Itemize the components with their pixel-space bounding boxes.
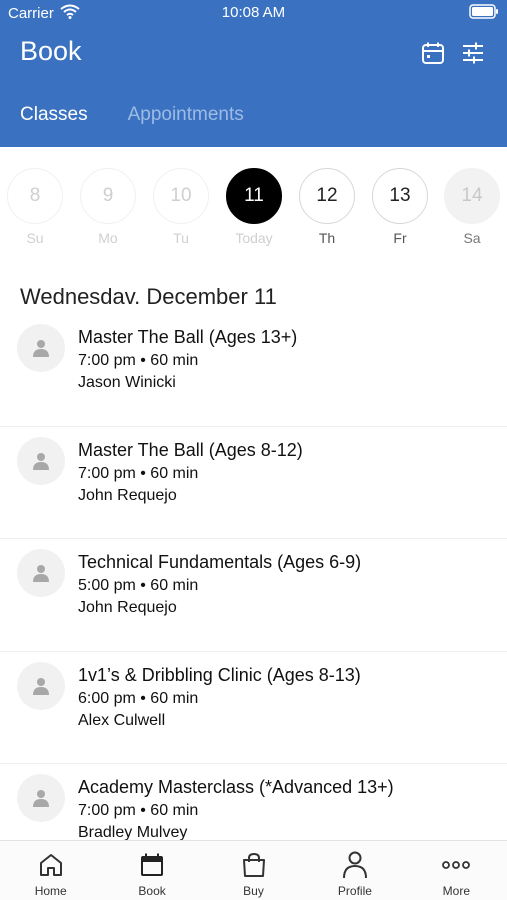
class-time: 6:00 pm • 60 min [78,689,199,707]
class-row[interactable]: Master The Ball (Ages 8-12) 7:00 pm • 60… [0,427,507,539]
class-time: 7:00 pm • 60 min [78,802,199,819]
day-8[interactable]: 8 Su [5,168,65,246]
avatar [17,436,65,485]
avatar [17,549,65,597]
book-tabs: Classes Appointments [20,104,244,126]
class-instructor: Bradley Mulvey [78,824,188,840]
avatar [17,661,65,710]
day-number: 10 [153,168,209,224]
nav-book[interactable]: Book [101,841,202,900]
day-weekday: Mo [98,230,118,246]
class-list: Master The Ball (Ages 13+) 7:00 pm • 60 … [0,314,507,840]
calendar-icon[interactable] [419,40,447,66]
status-time: 10:08 AM [221,4,286,21]
avatar [17,774,65,822]
day-weekday: Today [235,230,273,246]
class-row[interactable]: Master The Ball (Ages 13+) 7:00 pm • 60 … [0,314,507,427]
nav-label: Home [34,884,67,898]
class-row[interactable]: Academy Masterclass (*Advanced 13+) 7:00… [0,764,507,840]
class-name: Technical Fundamentals (Ages 6-9) [78,552,362,572]
day-number: 12 [299,168,355,224]
nav-profile[interactable]: Profile [304,841,405,900]
day-weekday: Su [26,230,44,246]
home-icon [38,850,64,880]
nav-label: Book [138,884,166,898]
nav-buy[interactable]: Buy [203,841,304,900]
profile-icon [342,850,368,880]
class-time: 7:00 pm • 60 min [78,464,199,482]
day-weekday: Fr [393,230,407,246]
day-9[interactable]: 9 Mo [78,168,138,246]
shopping-bag-icon [241,850,267,880]
class-time: 7:00 pm • 60 min [78,352,199,369]
avatar [17,324,65,372]
battery-icon [469,4,499,23]
day-10[interactable]: 10 Tu [151,168,211,246]
person-icon [33,340,49,357]
class-name: Master The Ball (Ages 13+) [78,327,298,347]
day-number: 11 [226,168,282,224]
day-number: 14 [444,168,500,224]
day-number: 13 [372,168,428,224]
person-icon [33,452,49,470]
app-header: Carrier 10:08 AM Book Classes Appointmen… [0,0,507,147]
person-icon [33,565,49,582]
person-icon [33,677,49,695]
class-row[interactable]: 1v1’s & Dribbling Clinic (Ages 8-13) 6:0… [0,652,507,764]
day-13[interactable]: 13 Fr [370,168,430,246]
class-instructor: John Requejo [78,599,177,616]
class-row[interactable]: Technical Fundamentals (Ages 6-9) 5:00 p… [0,539,507,652]
nav-home[interactable]: Home [0,841,101,900]
day-12[interactable]: 12 Th [297,168,357,246]
nav-label: Profile [337,884,372,898]
day-weekday: Tu [173,230,189,246]
nav-label: Buy [243,884,264,898]
day-11-today[interactable]: 11 Today [224,168,284,246]
person-icon [33,790,49,807]
tab-appointments[interactable]: Appointments [128,104,244,126]
class-instructor: John Requejo [78,486,177,504]
filter-icon[interactable] [459,40,487,66]
day-weekday: Th [318,230,336,246]
nav-label: More [442,884,470,898]
class-instructor: Alex Culwell [78,711,166,729]
class-instructor: Jason Winicki [78,374,176,391]
day-14[interactable]: 14 Sa [442,168,502,246]
status-bar: Carrier 10:08 AM [0,0,507,24]
class-time: 5:00 pm • 60 min [78,577,199,594]
nav-more[interactable]: More [406,841,507,900]
date-heading: Wednesdav. December 11 [20,284,277,309]
class-name: Master The Ball (Ages 8-12) [78,439,303,460]
calendar-icon [139,850,165,880]
tab-classes[interactable]: Classes [20,104,88,126]
class-name: 1v1’s & Dribbling Clinic (Ages 8-13) [78,664,361,685]
day-number: 8 [7,168,63,224]
more-icon [442,850,471,880]
date-strip: 8 Su 9 Mo 10 Tu 11 Today 12 Th 13 Fr 14 … [0,168,507,254]
day-number: 9 [80,168,136,224]
bottom-nav: Home Book Buy Profile More [0,840,507,900]
class-name: Academy Masterclass (*Advanced 13+) [78,777,394,797]
day-weekday: Sa [463,230,481,246]
header-actions [419,40,487,66]
page-title: Book [20,36,82,66]
